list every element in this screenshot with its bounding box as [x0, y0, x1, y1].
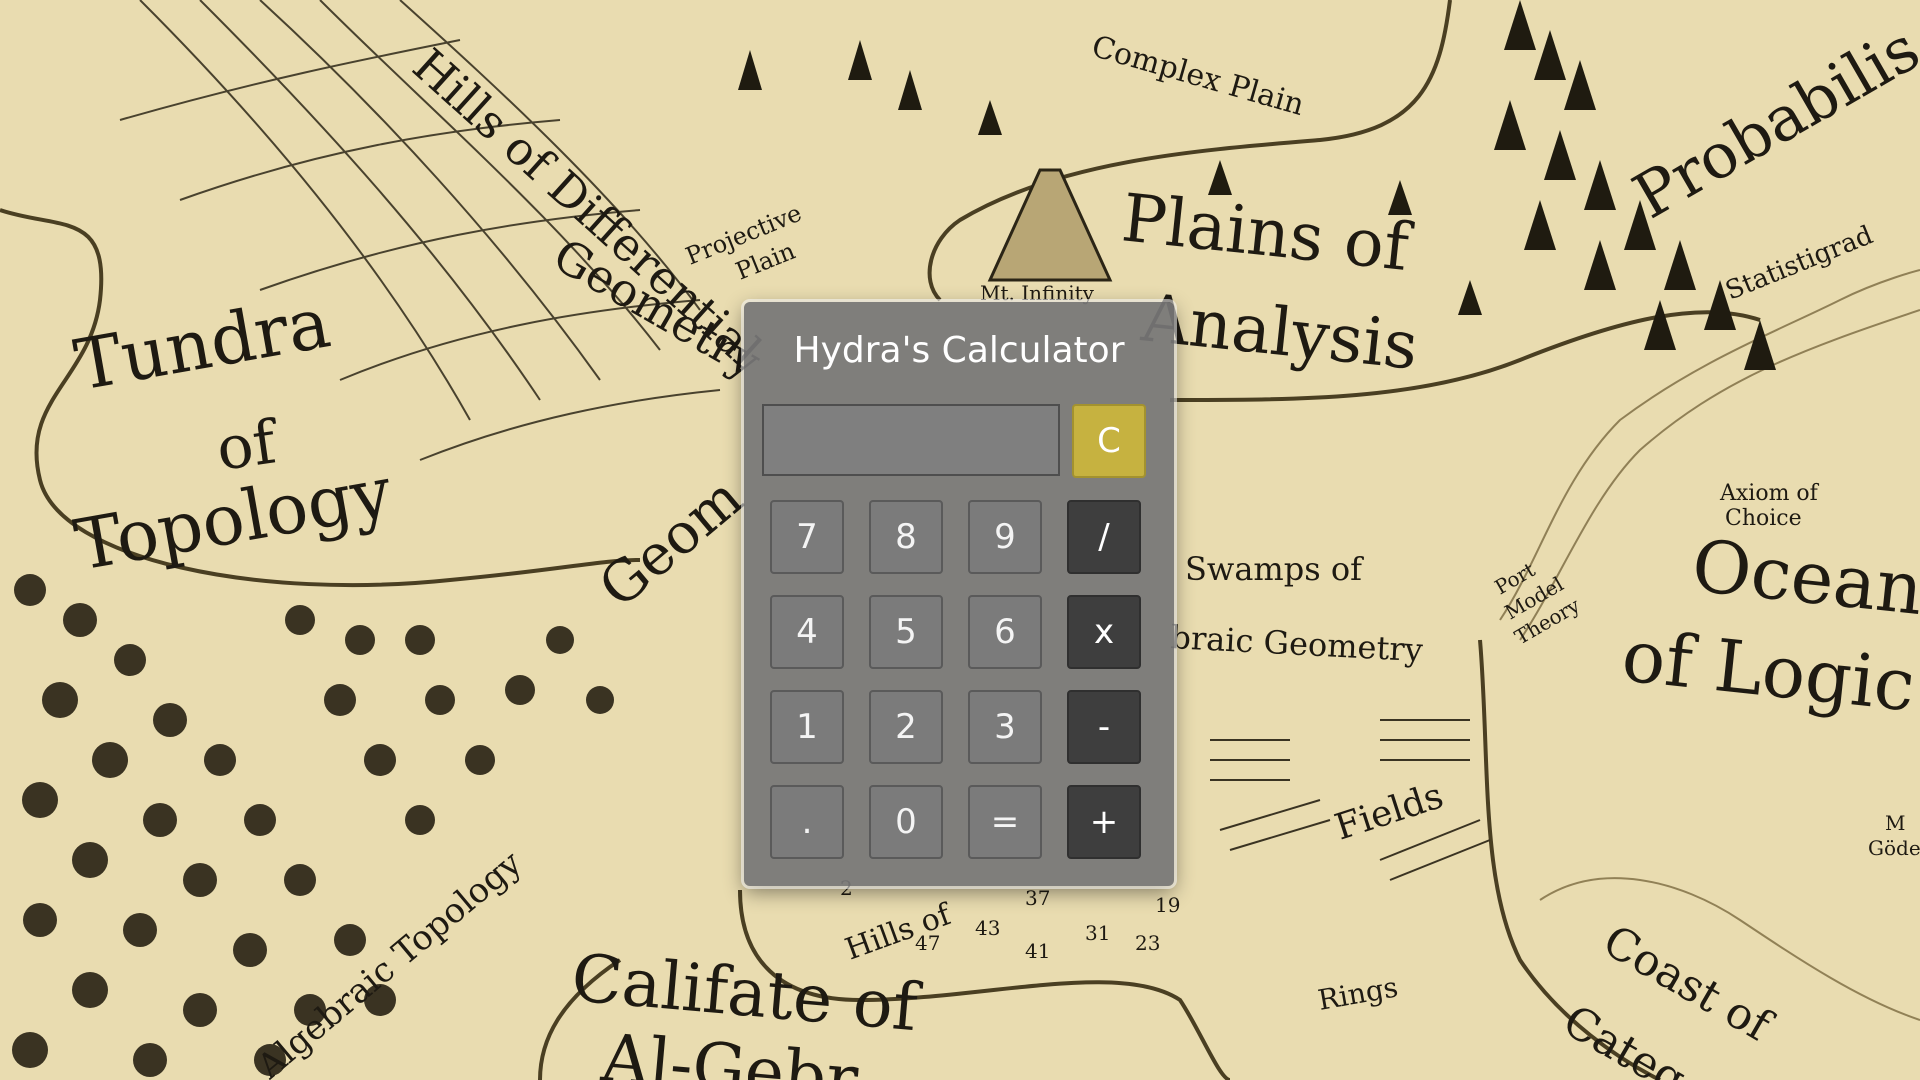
- hill-number-23: 23: [1135, 931, 1160, 955]
- key-5-button[interactable]: 5: [869, 595, 943, 669]
- clear-button[interactable]: C: [1072, 404, 1146, 478]
- add-button[interactable]: +: [1067, 785, 1141, 859]
- key-4-button[interactable]: 4: [770, 595, 844, 669]
- subtract-button[interactable]: -: [1067, 690, 1141, 764]
- map-label-fields: Fields: [1330, 775, 1448, 848]
- map-label-gode: Göde: [1868, 836, 1920, 860]
- decimal-button[interactable]: .: [770, 785, 844, 859]
- key-3-button[interactable]: 3: [968, 690, 1042, 764]
- hill-number-37: 37: [1025, 886, 1050, 910]
- key-8-button[interactable]: 8: [869, 500, 943, 574]
- key-7-button[interactable]: 7: [770, 500, 844, 574]
- map-label-probabilis: Probabilis: [1621, 12, 1920, 233]
- map-label-geom: Geom: [587, 465, 755, 621]
- key-0-button[interactable]: 0: [869, 785, 943, 859]
- map-label-plains-of: Plains of: [1118, 179, 1417, 286]
- map-label-of-logic: of Logic: [1618, 613, 1919, 727]
- fields-rows: [1210, 719, 1491, 881]
- hill-number-31: 31: [1085, 921, 1110, 945]
- key-2-button[interactable]: 2: [869, 690, 943, 764]
- calculator-title: Hydra's Calculator: [793, 330, 1125, 371]
- mt-infinity: [987, 168, 1113, 282]
- map-label-swamps-of: Swamps of: [1185, 550, 1364, 588]
- key-1-button[interactable]: 1: [770, 690, 844, 764]
- map-label-rings: Rings: [1315, 970, 1400, 1016]
- hill-number-43: 43: [975, 916, 1000, 940]
- multiply-button[interactable]: x: [1067, 595, 1141, 669]
- map-label-algebraic-geometry: braic Geometry: [1170, 618, 1424, 669]
- divide-button[interactable]: /: [1067, 500, 1141, 574]
- map-label-ocean: Ocean: [1688, 523, 1920, 631]
- equals-button[interactable]: =: [968, 785, 1042, 859]
- map-label-tundra: Tundra: [69, 281, 336, 406]
- hill-number-41: 41: [1025, 939, 1050, 963]
- map-label-axiom-of: Axiom of: [1719, 481, 1820, 506]
- calculator-display[interactable]: [762, 404, 1060, 476]
- forest-trees: [12, 574, 614, 1077]
- hill-number-19: 19: [1155, 893, 1180, 917]
- map-label-complex-plain: Complex Plain: [1088, 29, 1308, 123]
- calculator-panel: Hydra's Calculator C 7 8 9 / 4 5 6 x 1 2…: [744, 302, 1174, 886]
- key-9-button[interactable]: 9: [968, 500, 1042, 574]
- map-label-analysis: Analysis: [1137, 279, 1421, 385]
- key-6-button[interactable]: 6: [968, 595, 1042, 669]
- map-label-m: M: [1885, 811, 1905, 835]
- hill-number-47: 47: [915, 931, 940, 955]
